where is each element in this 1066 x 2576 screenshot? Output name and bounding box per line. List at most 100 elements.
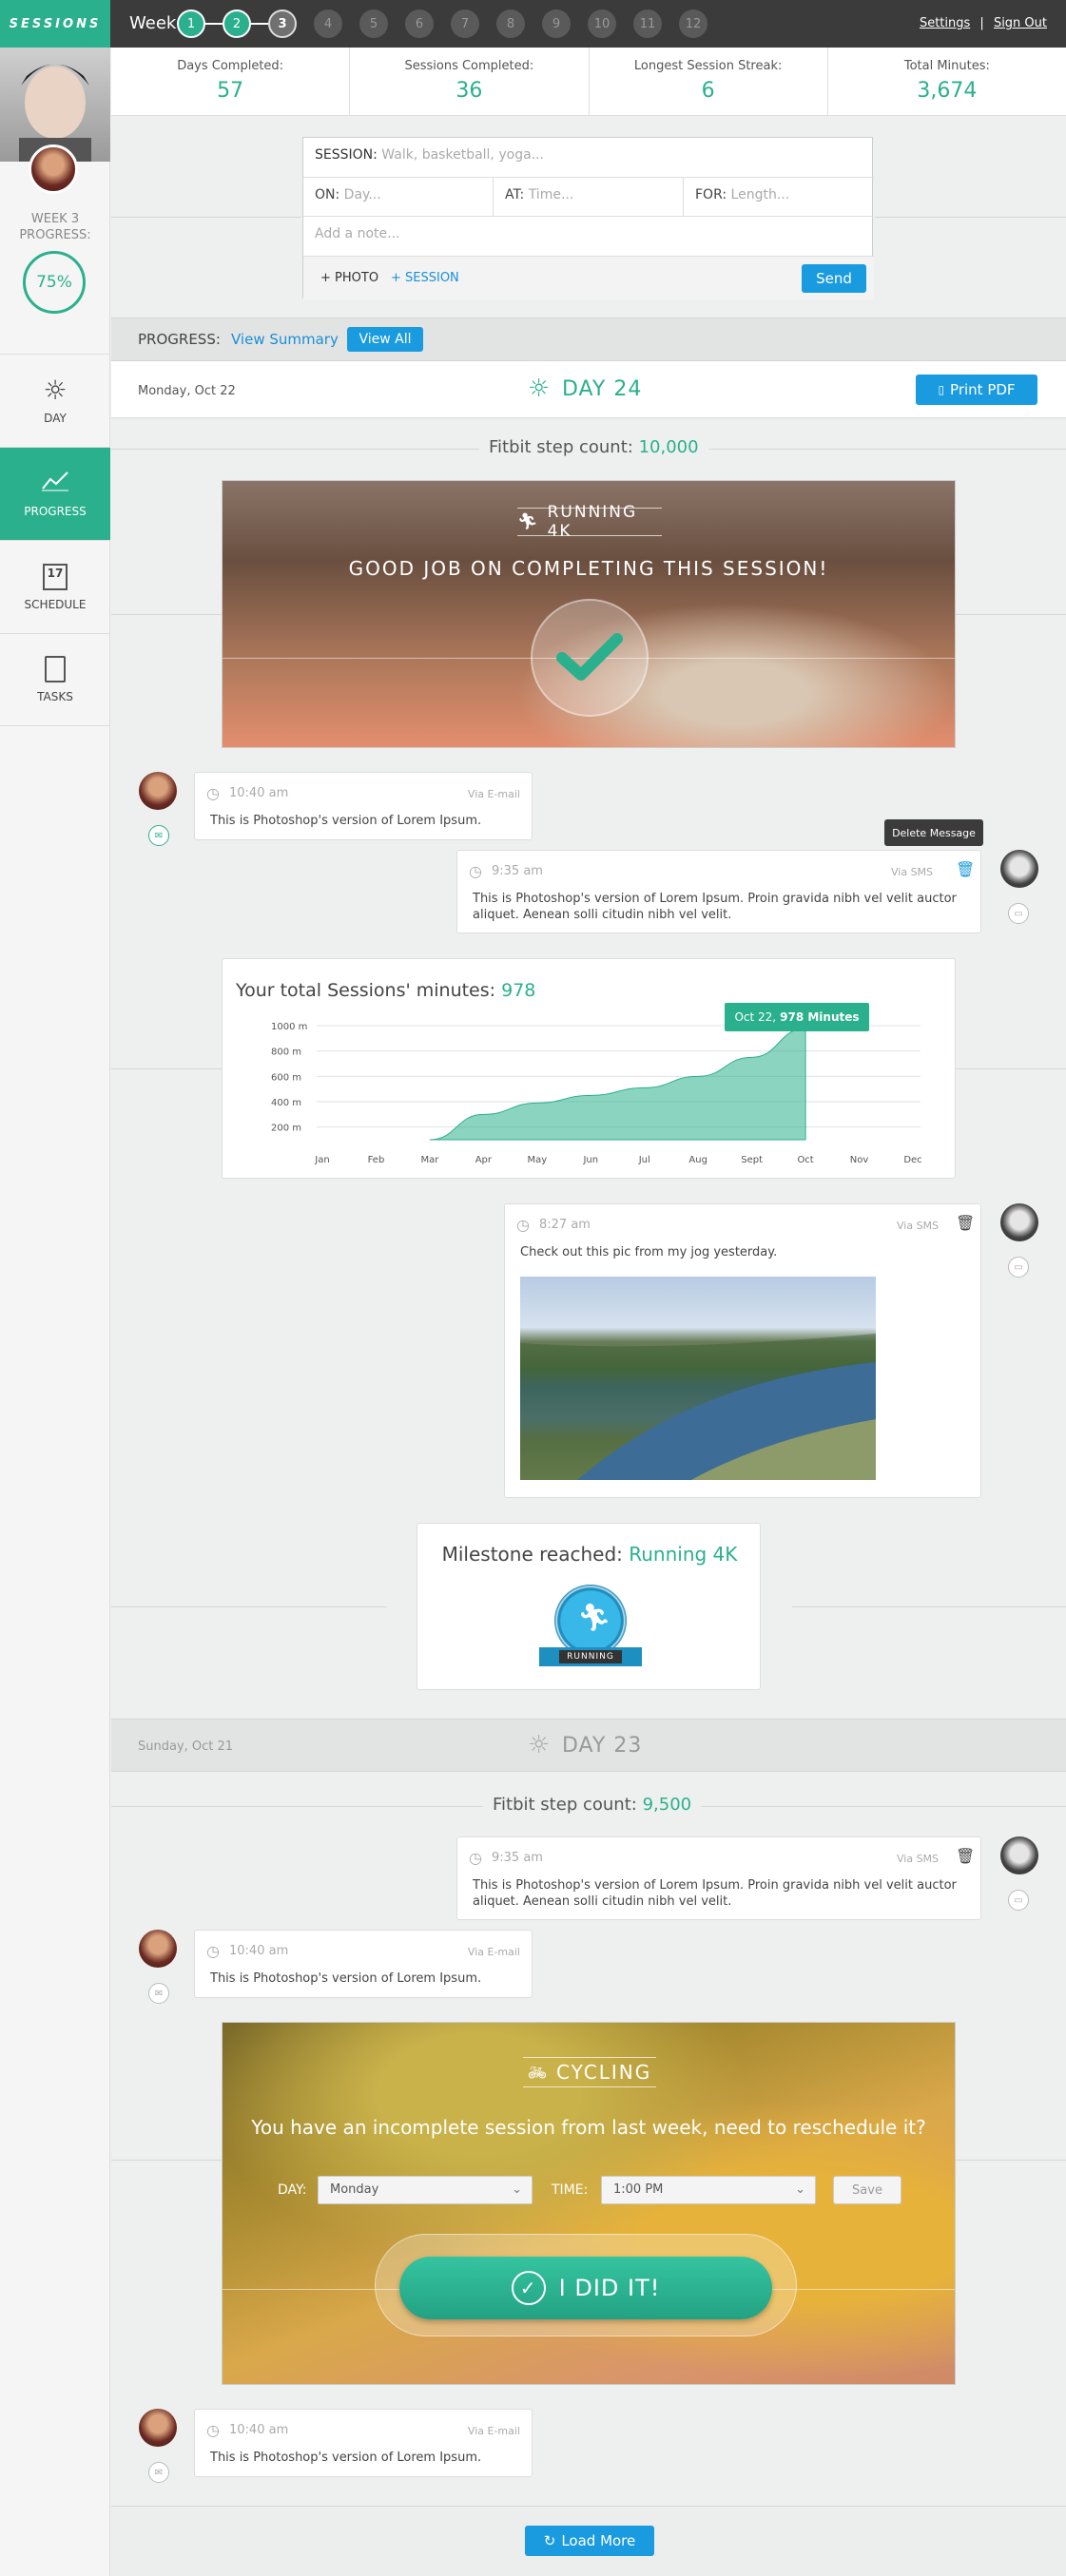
message-text: This is Photoshop's version of Lorem Ips…	[473, 1878, 957, 1909]
week-5-button[interactable]: 5	[359, 10, 388, 38]
message-card: ◷ 9:35 am Via SMS 🗑︎ This is Photoshop's…	[456, 850, 981, 933]
i-did-it-button[interactable]: ✓ I DID IT!	[399, 2257, 772, 2319]
y-tick-label: 800 m	[271, 1048, 301, 1058]
week-1-button[interactable]: 1	[177, 10, 205, 38]
day-select[interactable]: Monday ⌄	[318, 2176, 533, 2204]
length-field[interactable]: FOR: Length...	[684, 178, 874, 216]
week-7-button[interactable]: 7	[451, 10, 479, 38]
week-label: Week	[129, 13, 177, 33]
stat-days-completed: Days Completed: 57	[111, 48, 351, 115]
session-field[interactable]: SESSION: Walk, basketball, yoga...	[303, 138, 874, 178]
nav-schedule[interactable]: 17 SCHEDULE	[0, 540, 110, 633]
sun-icon: ☼	[528, 375, 551, 403]
checkmark-icon	[556, 633, 623, 681]
message-card: ◷ 8:27 am Via SMS 🗑︎ Check out this pic …	[504, 1203, 981, 1498]
time-select[interactable]: 1:00 PM ⌄	[601, 2176, 816, 2204]
runner-icon: 🏃︎	[577, 1602, 611, 1633]
clock-icon: ◷	[516, 1216, 530, 1234]
attached-photo[interactable]	[520, 1277, 876, 1480]
nav-progress[interactable]: PROGRESS	[0, 447, 110, 540]
composer-actions: + PHOTO + SESSION Send	[303, 256, 874, 299]
sidebar: WEEK 3 PROGRESS: 75% ☼ DAY PROGRESS 17 S…	[0, 48, 110, 2576]
calendar-day: 17	[47, 566, 64, 580]
print-pdf-button[interactable]: ▯ Print PDF	[916, 375, 1037, 405]
message-via: Via E-mail	[467, 1946, 520, 1958]
x-tick-label: Nov	[850, 1155, 869, 1165]
user-avatar[interactable]	[1000, 850, 1038, 888]
message-time: 10:40 am	[229, 1944, 289, 1958]
trash-icon[interactable]: 🗑︎	[956, 860, 975, 878]
day-title: DAY 23	[562, 1734, 643, 1758]
session-composer: SESSION: Walk, basketball, yoga... ON: D…	[302, 137, 874, 299]
nav-tasks[interactable]: TASKS	[0, 633, 110, 726]
coach-avatar[interactable]	[139, 1930, 177, 1968]
stat-label: Longest Session Streak:	[633, 59, 783, 73]
session-field-label: SESSION:	[315, 147, 378, 163]
stats-bar: Days Completed: 57 Sessions Completed: 36 …	[111, 48, 1066, 116]
week-11-button[interactable]: 11	[633, 10, 662, 38]
clock-icon: ◷	[206, 784, 220, 802]
incomplete-session-hero: 🚲︎ CYCLING You have an incomplete sessio…	[222, 2022, 956, 2385]
message-card: ◷ 10:40 am Via E-mail This is Photoshop'…	[194, 2409, 533, 2477]
time-select-label: TIME:	[552, 2182, 589, 2198]
add-photo-button[interactable]: + PHOTO	[320, 271, 378, 285]
message-time: 10:40 am	[229, 786, 289, 800]
stat-value: 3,674	[917, 79, 978, 103]
week-6-button[interactable]: 6	[405, 10, 434, 38]
week-8-button[interactable]: 8	[496, 10, 525, 38]
note-field[interactable]: Add a note...	[303, 216, 874, 256]
stat-label: Days Completed:	[177, 59, 284, 73]
settings-link[interactable]: Settings	[920, 16, 970, 30]
trash-icon[interactable]: 🗑︎	[956, 1847, 975, 1865]
runner-icon: 🏃︎	[517, 512, 540, 531]
print-pdf-label: Print PDF	[950, 381, 1016, 398]
email-icon: ✉	[148, 825, 169, 846]
calendar-icon: 17	[43, 563, 68, 590]
day-date: Sunday, Oct 21	[138, 1740, 234, 1754]
week-progress-line2: PROGRESS:	[19, 228, 91, 242]
stat-value: 57	[217, 79, 244, 103]
clock-icon: ◷	[206, 1942, 220, 1960]
message-time: 8:27 am	[539, 1218, 591, 1232]
coach-avatar[interactable]	[139, 2409, 177, 2447]
stat-label: Sessions Completed:	[404, 59, 534, 73]
view-all-button[interactable]: View All	[347, 327, 423, 352]
nav-day[interactable]: ☼ DAY	[0, 354, 110, 447]
load-more-button[interactable]: ↻ Load More	[525, 2526, 654, 2556]
fitbit-label: Fitbit step count:	[493, 1795, 637, 1815]
add-session-button[interactable]: + SESSION	[391, 271, 459, 285]
x-tick-label: Dec	[903, 1155, 921, 1165]
time-field[interactable]: AT: Time...	[494, 178, 684, 216]
minutes-chart-card: Your total Sessions' minutes: 978 200 m4…	[222, 958, 956, 1179]
trash-icon[interactable]: 🗑︎	[956, 1214, 975, 1232]
sign-out-link[interactable]: Sign Out	[994, 16, 1047, 30]
send-button[interactable]: Send	[802, 264, 866, 293]
message-text: This is Photoshop's version of Lorem Ips…	[210, 2451, 482, 2465]
week-12-button[interactable]: 12	[679, 10, 707, 38]
week-3-button[interactable]: 3	[268, 10, 297, 38]
stat-sessions-completed: Sessions Completed: 36	[350, 48, 590, 115]
week-4-button[interactable]: 4	[314, 10, 342, 38]
view-summary-link[interactable]: View Summary	[231, 331, 339, 348]
fitbit-step-count: Fitbit step count: 9,500	[483, 1795, 702, 1815]
coach-avatar[interactable]	[139, 772, 177, 810]
day-header: Sunday, Oct 21 ☼ DAY 23	[111, 1719, 1066, 1772]
week-2-button[interactable]: 2	[223, 10, 251, 38]
y-tick-label: 200 m	[271, 1124, 301, 1134]
river-photo-icon	[520, 1334, 876, 1480]
email-icon: ✉	[148, 1983, 169, 2004]
sms-icon: ▭	[1008, 903, 1029, 924]
session-complete-hero: 🏃︎ RUNNING 4K GOOD JOB ON COMPLETING THI…	[222, 480, 956, 748]
week-9-button[interactable]: 9	[542, 10, 571, 38]
chevron-down-icon: ⌄	[512, 2182, 522, 2197]
user-avatar[interactable]	[1000, 1836, 1038, 1874]
nav-schedule-label: SCHEDULE	[24, 597, 87, 611]
coach-avatar[interactable]	[29, 144, 78, 194]
save-button[interactable]: Save	[833, 2176, 901, 2204]
progress-filter-bar: PROGRESS: View Summary View All	[111, 317, 1066, 361]
day-field[interactable]: ON: Day...	[303, 178, 494, 216]
app-logo[interactable]: SESSIONS	[0, 0, 110, 48]
user-avatar[interactable]	[1000, 1203, 1038, 1241]
week-10-button[interactable]: 10	[588, 10, 616, 38]
clock-icon: ◷	[469, 862, 482, 880]
